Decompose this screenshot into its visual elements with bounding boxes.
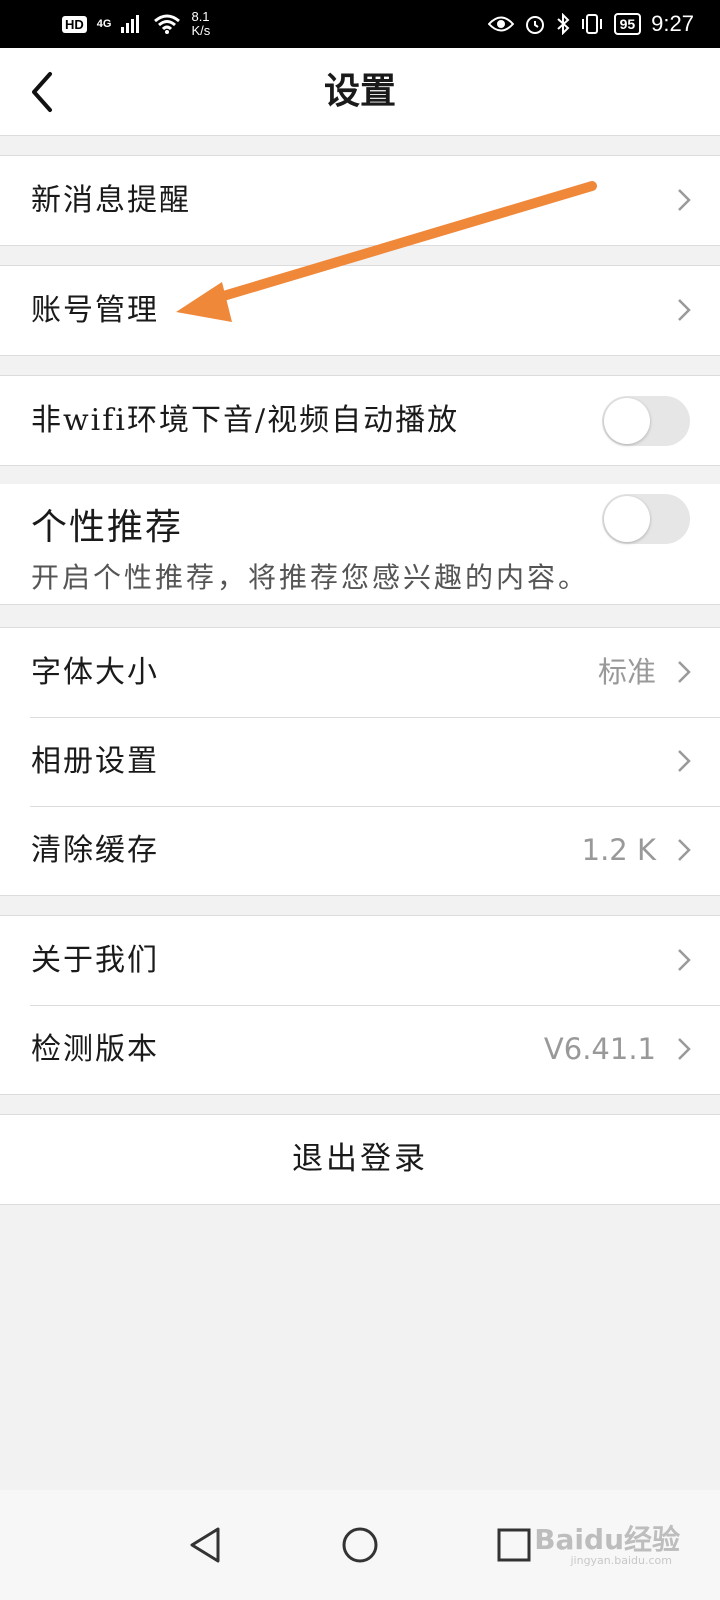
- group-display: 字体大小 标准 相册设置 清除缓存 1.2 K: [0, 627, 720, 896]
- network-speed: 8.1 K/s: [191, 10, 210, 38]
- row-label: 非wifi环境下音/视频自动播放: [31, 403, 460, 438]
- chevron-right-icon: [678, 1038, 691, 1060]
- row-label: 清除缓存: [31, 833, 159, 868]
- row-autoplay: 非wifi环境下音/视频自动播放: [0, 376, 720, 465]
- wifi-icon: [154, 14, 181, 34]
- row-about-us[interactable]: 关于我们: [0, 916, 720, 1005]
- network-type: 4G: [96, 18, 112, 30]
- group-about: 关于我们 检测版本 V6.41.1: [0, 915, 720, 1095]
- toggle-knob: [604, 496, 650, 542]
- logout-label: 退出登录: [292, 1141, 428, 1177]
- row-check-version[interactable]: 检测版本 V6.41.1: [0, 1005, 720, 1094]
- autoplay-toggle[interactable]: [602, 396, 690, 446]
- group-account: 账号管理: [0, 265, 720, 356]
- status-bar: HD 4G 8.1 K/s 95 9:27: [0, 0, 720, 48]
- nav-home-icon[interactable]: [340, 1525, 380, 1565]
- toggle-knob: [604, 398, 650, 444]
- row-label: 字体大小: [31, 655, 159, 690]
- watermark-url: jingyan.baidu.com: [570, 1554, 672, 1567]
- hd-badge: HD: [62, 15, 87, 33]
- row-label: 新消息提醒: [31, 183, 191, 218]
- vibrate-icon: [581, 14, 602, 34]
- page-title: 设置: [323, 70, 396, 112]
- chevron-right-icon: [678, 661, 691, 683]
- group-notifications: 新消息提醒: [0, 155, 720, 246]
- row-account-management[interactable]: 账号管理: [0, 266, 720, 355]
- chevron-right-icon: [678, 949, 691, 971]
- battery-level: 95: [613, 13, 642, 35]
- row-clear-cache[interactable]: 清除缓存 1.2 K: [0, 806, 720, 895]
- row-label: 账号管理: [31, 293, 159, 328]
- row-album-settings[interactable]: 相册设置: [0, 717, 720, 806]
- chevron-right-icon: [678, 750, 691, 772]
- chevron-right-icon: [678, 839, 691, 861]
- nav-back-icon[interactable]: [186, 1525, 226, 1565]
- chevron-right-icon: [678, 299, 691, 321]
- bluetooth-icon: [556, 13, 570, 35]
- row-value: 标准: [597, 655, 656, 689]
- group-recommend: 个性推荐 开启个性推荐，将推荐您感兴趣的内容。: [0, 484, 720, 605]
- nav-recents-icon[interactable]: [494, 1525, 534, 1565]
- chevron-right-icon: [678, 189, 691, 211]
- row-font-size[interactable]: 字体大小 标准: [0, 628, 720, 717]
- system-nav-bar: Baidu经验 jingyan.baidu.com: [0, 1490, 720, 1600]
- row-label: 检测版本: [31, 1032, 159, 1067]
- watermark: Baidu经验: [534, 1523, 680, 1556]
- row-value: V6.41.1: [543, 1032, 656, 1066]
- speed-unit: K/s: [191, 23, 211, 38]
- recommend-toggle[interactable]: [602, 494, 690, 544]
- group-logout: 退出登录: [0, 1114, 720, 1205]
- clock: 9:27: [651, 11, 694, 36]
- signal-icon: [121, 15, 140, 33]
- row-label: 相册设置: [31, 744, 159, 779]
- recommend-title: 个性推荐: [31, 507, 184, 548]
- row-new-message-alert[interactable]: 新消息提醒: [0, 156, 720, 245]
- group-autoplay: 非wifi环境下音/视频自动播放: [0, 375, 720, 466]
- header: 设置: [0, 48, 720, 136]
- logout-button[interactable]: 退出登录: [0, 1115, 720, 1204]
- row-value: 1.2 K: [581, 833, 656, 867]
- row-label: 关于我们: [31, 943, 159, 978]
- speed-value: 8.1: [191, 9, 210, 24]
- eye-icon: [487, 16, 514, 32]
- recommend-description: 开启个性推荐，将推荐您感兴趣的内容。: [31, 561, 590, 594]
- alarm-icon: [525, 16, 544, 34]
